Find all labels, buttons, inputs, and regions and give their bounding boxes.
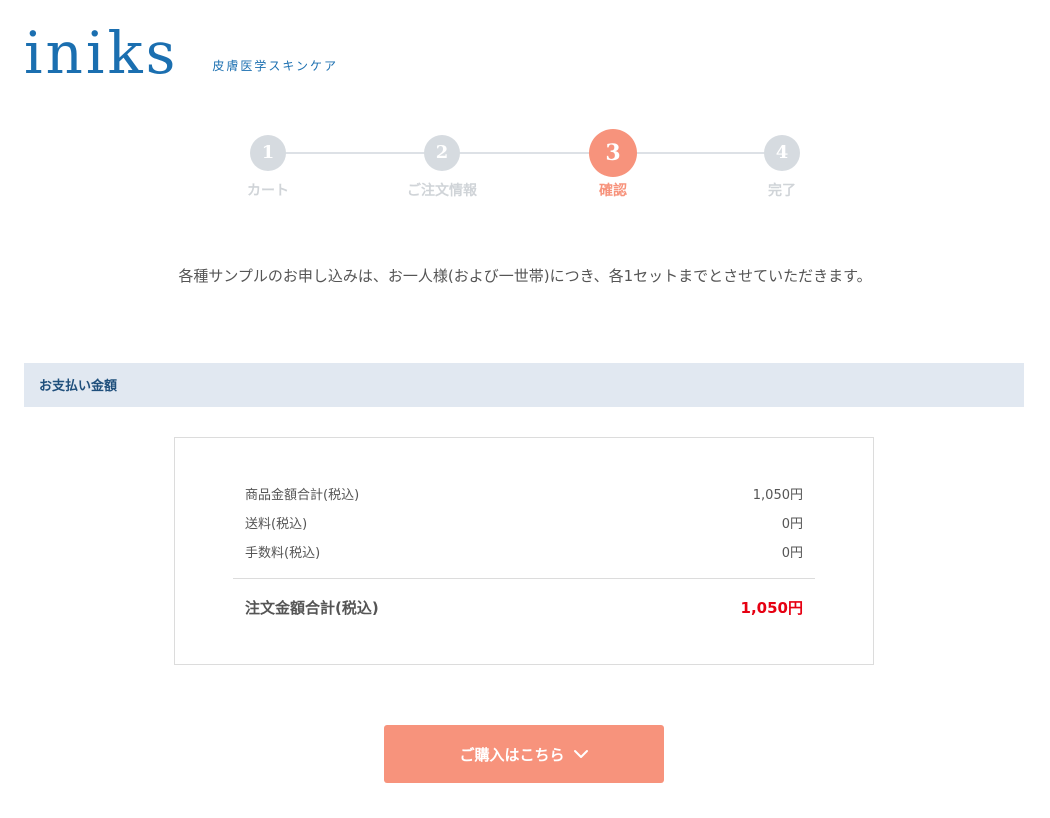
step-order-info: 2 ご注文情報 <box>392 128 492 200</box>
section-title: お支払い金額 <box>39 379 118 394</box>
row-label: 商品金額合計(税込) <box>245 488 360 503</box>
row-value: 1,050円 <box>752 488 803 503</box>
row-value: 0円 <box>781 546 803 561</box>
step-label: 確認 <box>599 183 627 199</box>
step-confirm: 3 確認 <box>563 128 663 200</box>
step-label: カート <box>247 183 289 199</box>
summary-total-row: 注文金額合計(税込) 1,050円 <box>245 597 803 618</box>
step-label: 完了 <box>768 183 796 199</box>
summary-row-fee: 手数料(税込) 0円 <box>245 542 803 561</box>
summary-row-subtotal: 商品金額合計(税込) 1,050円 <box>245 484 803 503</box>
summary-row-shipping: 送料(税込) 0円 <box>245 513 803 532</box>
row-value: 0円 <box>781 517 803 532</box>
purchase-button[interactable]: ご購入はこちら <box>384 725 664 783</box>
iniks-logo[interactable]: iniks <box>24 18 178 88</box>
checkout-progress: 1 カート 2 ご注文情報 3 確認 4 完了 <box>228 128 822 208</box>
payment-summary: 商品金額合計(税込) 1,050円 送料(税込) 0円 手数料(税込) 0円 注… <box>174 437 874 665</box>
summary-divider <box>233 578 815 579</box>
step-label: ご注文情報 <box>407 183 477 199</box>
purchase-button-label: ご購入はこちら <box>459 746 565 764</box>
total-label: 注文金額合計(税込) <box>245 599 379 617</box>
step-number: 1 <box>250 135 286 171</box>
payment-section-header: お支払い金額 <box>24 363 1024 407</box>
chevron-down-icon <box>573 746 589 762</box>
total-value: 1,050円 <box>740 599 803 617</box>
row-label: 送料(税込) <box>245 517 308 532</box>
site-header: iniks 皮膚医学スキンケア <box>24 8 338 88</box>
sample-limit-notice: 各種サンプルのお申し込みは、お一人様(および一世帯)につき、各1セットまでとさせ… <box>178 267 872 285</box>
brand-tagline: 皮膚医学スキンケア <box>212 59 339 73</box>
row-label: 手数料(税込) <box>245 546 321 561</box>
step-cart: 1 カート <box>218 128 318 200</box>
step-number: 3 <box>589 129 637 177</box>
step-complete: 4 完了 <box>732 128 832 200</box>
progress-line <box>268 152 782 154</box>
step-number: 4 <box>764 135 800 171</box>
step-number: 2 <box>424 135 460 171</box>
